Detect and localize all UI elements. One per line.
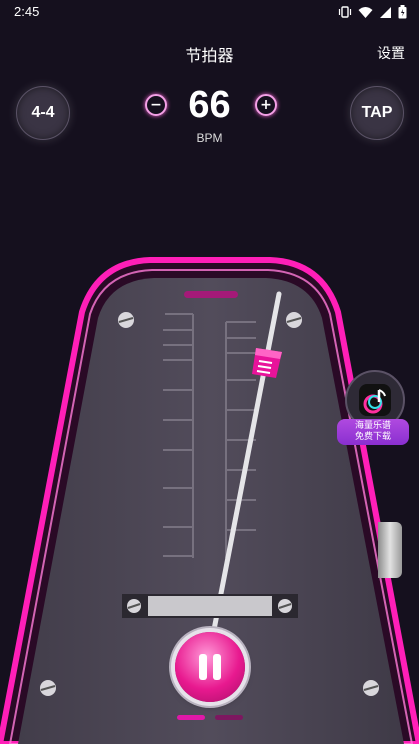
pivot-bar xyxy=(122,594,298,618)
music-note-icon xyxy=(359,384,391,416)
page-indicator xyxy=(177,715,243,720)
ad-line-2: 免费下载 xyxy=(354,432,391,442)
side-knob xyxy=(378,522,402,578)
pause-button[interactable] xyxy=(175,632,245,702)
ad-line-1: 海量乐谱 xyxy=(354,421,391,431)
pause-icon-left xyxy=(199,654,207,680)
top-slot xyxy=(184,291,238,298)
pause-icon-right xyxy=(213,654,221,680)
page-dot-1[interactable] xyxy=(177,715,205,720)
sheet-music-ad-label[interactable]: 海量乐谱 免费下载 xyxy=(337,419,409,445)
page-dot-2[interactable] xyxy=(215,715,243,720)
